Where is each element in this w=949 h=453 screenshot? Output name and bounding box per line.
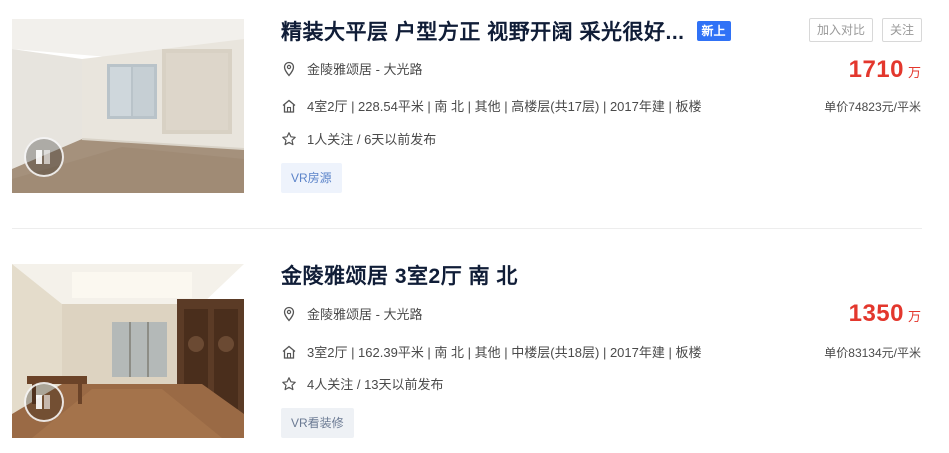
vr-decoration-tag: VR看装修 [281, 408, 354, 438]
total-price-value: 1350 [848, 300, 904, 327]
listing-card: 金陵雅颂居 3室2厅 南 北 金陵雅颂居 - 大光路 3室2厅 | 162.39… [0, 228, 949, 453]
total-price-unit: 万 [907, 65, 921, 80]
house-icon [281, 98, 297, 114]
total-price: 1350 万 [849, 300, 921, 328]
listing-photo[interactable] [12, 264, 244, 438]
location-pin-icon [281, 61, 297, 77]
star-icon [281, 131, 297, 147]
house-info-row: 4室2厅 | 228.54平米 | 南 北 | 其他 | 高楼层(共17层) |… [281, 96, 701, 115]
listing-actions: 加入对比 关注 [808, 18, 922, 42]
listing-card: 精装大平层 户型方正 视野开阔 采光很好... 新上 金陵雅颂居 - 大光路 4… [0, 0, 949, 228]
house-info-row: 3室2厅 | 162.39平米 | 南 北 | 其他 | 中楼层(共18层) |… [281, 342, 701, 361]
listing-title-row: 金陵雅颂居 3室2厅 南 北 [281, 260, 518, 290]
address-row: 金陵雅颂居 - 大光路 [281, 304, 423, 323]
follow-info: 4人关注 / 13天以前发布 [307, 377, 444, 392]
follow-button[interactable]: 关注 [881, 18, 922, 42]
vr-tag: VR房源 [281, 163, 342, 193]
vr-panorama-icon[interactable] [24, 382, 64, 422]
follow-info-row: 4人关注 / 13天以前发布 [281, 374, 444, 393]
house-info: 4室2厅 | 228.54平米 | 南 北 | 其他 | 高楼层(共17层) |… [307, 99, 702, 114]
total-price: 1710 万 [849, 56, 921, 84]
total-price-value: 1710 [848, 56, 904, 83]
total-price-unit: 万 [907, 309, 921, 324]
add-compare-button[interactable]: 加入对比 [808, 18, 873, 42]
unit-price: 单价83134元/平米 [824, 346, 921, 360]
unit-price: 单价74823元/平米 [824, 100, 921, 114]
location-pin-icon [281, 306, 297, 322]
vr-panorama-icon[interactable] [24, 137, 64, 177]
follow-info: 1人关注 / 6天以前发布 [307, 132, 437, 147]
address-link[interactable]: 金陵雅颂居 - 大光路 [307, 59, 423, 78]
star-icon [281, 376, 297, 392]
listing-photo[interactable] [12, 19, 244, 193]
listing-title-row: 精装大平层 户型方正 视野开阔 采光很好... 新上 [281, 16, 731, 46]
house-icon [281, 344, 297, 360]
address-link[interactable]: 金陵雅颂居 - 大光路 [307, 304, 423, 323]
follow-info-row: 1人关注 / 6天以前发布 [281, 129, 436, 148]
address-row: 金陵雅颂居 - 大光路 [281, 59, 423, 78]
listing-title[interactable]: 金陵雅颂居 3室2厅 南 北 [281, 260, 518, 290]
listing-title[interactable]: 精装大平层 户型方正 视野开阔 采光很好... [281, 16, 685, 46]
house-info: 3室2厅 | 162.39平米 | 南 北 | 其他 | 中楼层(共18层) |… [307, 345, 702, 360]
new-badge: 新上 [696, 21, 731, 41]
